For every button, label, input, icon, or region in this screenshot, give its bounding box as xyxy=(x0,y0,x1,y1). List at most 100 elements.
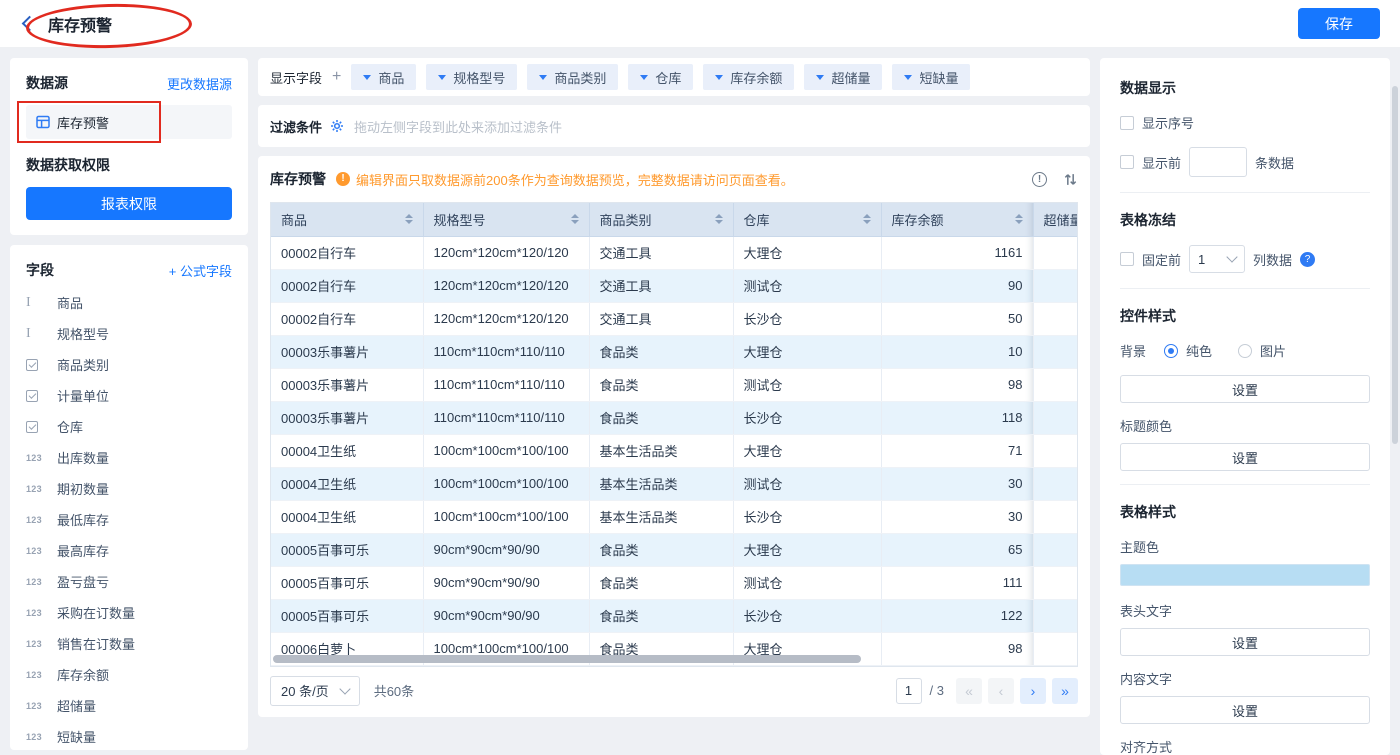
display-field-chip[interactable]: 仓库 xyxy=(628,64,693,90)
sort-icon[interactable] xyxy=(571,214,579,224)
display-field-chip[interactable]: 商品 xyxy=(351,64,416,90)
vertical-scrollbar[interactable] xyxy=(1392,86,1398,444)
field-item[interactable]: 出库数量 xyxy=(26,442,232,473)
last-page-button[interactable]: » xyxy=(1052,678,1078,704)
cell-balance: 118 xyxy=(881,401,1033,434)
page-size-select[interactable]: 20 条/页 xyxy=(270,676,360,706)
sort-icon[interactable] xyxy=(1015,214,1023,224)
display-field-chip[interactable]: 超储量 xyxy=(804,64,882,90)
table-row[interactable]: 00003乐事薯片 110cm*110cm*110/110 食品类 长沙仓 11… xyxy=(271,401,1078,434)
field-item[interactable]: 规格型号 xyxy=(26,318,232,349)
field-item[interactable]: 仓库 xyxy=(26,411,232,442)
table-row[interactable]: 00002自行车 120cm*120cm*120/120 交通工具 测试仓 90 xyxy=(271,269,1078,302)
bg-image-radio[interactable] xyxy=(1238,344,1252,358)
title-color-set-button[interactable]: 设置 xyxy=(1120,443,1370,471)
info-icon[interactable]: ! xyxy=(1032,172,1047,187)
display-field-chip[interactable]: 库存余额 xyxy=(703,64,794,90)
save-button[interactable]: 保存 xyxy=(1298,8,1380,39)
column-header[interactable]: 商品 xyxy=(271,203,423,236)
cell-warehouse: 测试仓 xyxy=(733,368,881,401)
field-label: 规格型号 xyxy=(57,324,109,343)
gear-icon[interactable] xyxy=(330,119,344,133)
bg-solid-radio[interactable] xyxy=(1164,344,1178,358)
cell-spec: 100cm*100cm*100/100 xyxy=(423,434,589,467)
table-row[interactable]: 00004卫生纸 100cm*100cm*100/100 基本生活品类 大理仓 … xyxy=(271,434,1078,467)
cell-overstock xyxy=(1033,434,1078,467)
field-item[interactable]: 最高库存 xyxy=(26,535,232,566)
cell-product: 00004卫生纸 xyxy=(271,500,423,533)
theme-color-swatch[interactable] xyxy=(1120,564,1370,586)
field-item[interactable]: 库存余额 xyxy=(26,659,232,690)
column-header[interactable]: 商品类别 xyxy=(589,203,733,236)
back-button[interactable] xyxy=(20,15,38,33)
table-row[interactable]: 00005百事可乐 90cm*90cm*90/90 食品类 大理仓 65 xyxy=(271,533,1078,566)
sort-icon[interactable] xyxy=(715,214,723,224)
display-field-chip[interactable]: 短缺量 xyxy=(892,64,970,90)
field-item[interactable]: 商品类别 xyxy=(26,349,232,380)
cell-spec: 100cm*100cm*100/100 xyxy=(423,500,589,533)
theme-color-label: 主题色 xyxy=(1120,537,1370,556)
show-first-checkbox[interactable] xyxy=(1120,155,1134,169)
field-item[interactable]: 采购在订数量 xyxy=(26,597,232,628)
show-index-checkbox[interactable] xyxy=(1120,116,1134,130)
add-display-field-button[interactable]: + xyxy=(332,68,341,86)
display-field-chip[interactable]: 规格型号 xyxy=(426,64,517,90)
datasource-item[interactable]: 库存预警 xyxy=(26,105,232,139)
cell-product: 00005百事可乐 xyxy=(271,599,423,632)
table-style-title: 表格样式 xyxy=(1120,502,1370,522)
first-page-button[interactable]: « xyxy=(956,678,982,704)
freeze-count-value: 1 xyxy=(1198,252,1205,267)
table-row[interactable]: 00004卫生纸 100cm*100cm*100/100 基本生活品类 测试仓 … xyxy=(271,467,1078,500)
show-first-count-input[interactable] xyxy=(1189,147,1247,177)
cell-spec: 90cm*90cm*90/90 xyxy=(423,533,589,566)
cell-category: 交通工具 xyxy=(589,236,733,269)
column-header-label: 仓库 xyxy=(744,210,770,229)
column-header[interactable]: 库存余额 xyxy=(881,203,1033,236)
current-page-input[interactable]: 1 xyxy=(896,678,922,704)
change-datasource-link[interactable]: 更改数据源 xyxy=(167,74,232,93)
table-row[interactable]: 00005百事可乐 90cm*90cm*90/90 食品类 测试仓 111 xyxy=(271,566,1078,599)
field-item[interactable]: 销售在订数量 xyxy=(26,628,232,659)
next-page-button[interactable]: › xyxy=(1020,678,1046,704)
report-permission-button[interactable]: 报表权限 xyxy=(26,187,232,220)
table-row[interactable]: 00002自行车 120cm*120cm*120/120 交通工具 大理仓 11… xyxy=(271,236,1078,269)
chevron-down-icon xyxy=(438,75,446,80)
table-row[interactable]: 00003乐事薯片 110cm*110cm*110/110 食品类 测试仓 98 xyxy=(271,368,1078,401)
show-first-label: 显示前 xyxy=(1142,153,1181,172)
header-text-set-button[interactable]: 设置 xyxy=(1120,628,1370,656)
help-icon[interactable]: ? xyxy=(1300,252,1315,267)
filter-dropzone-placeholder[interactable]: 拖动左侧字段到此处来添加过滤条件 xyxy=(354,117,562,136)
field-item[interactable]: 最低库存 xyxy=(26,504,232,535)
field-label: 销售在订数量 xyxy=(57,634,135,653)
column-header[interactable]: 仓库 xyxy=(733,203,881,236)
field-item[interactable]: 超储量 xyxy=(26,690,232,721)
table-row[interactable]: 00003乐事薯片 110cm*110cm*110/110 食品类 大理仓 10 xyxy=(271,335,1078,368)
field-item[interactable]: 盈亏盘亏 xyxy=(26,566,232,597)
field-type-icon xyxy=(26,670,48,680)
show-first-row: 显示前 条数据 xyxy=(1120,147,1370,177)
table-row[interactable]: 00004卫生纸 100cm*100cm*100/100 基本生活品类 长沙仓 … xyxy=(271,500,1078,533)
background-set-button[interactable]: 设置 xyxy=(1120,375,1370,403)
table-row[interactable]: 00002自行车 120cm*120cm*120/120 交通工具 长沙仓 50 xyxy=(271,302,1078,335)
display-field-chip[interactable]: 商品类别 xyxy=(527,64,618,90)
field-item[interactable]: 商品 xyxy=(26,287,232,318)
field-item[interactable]: 期初数量 xyxy=(26,473,232,504)
freeze-count-select[interactable]: 1 xyxy=(1189,245,1245,273)
table-row[interactable]: 00005百事可乐 90cm*90cm*90/90 食品类 长沙仓 122 xyxy=(271,599,1078,632)
sort-icon[interactable] xyxy=(405,214,413,224)
add-formula-field-link[interactable]: + 公式字段 xyxy=(169,261,232,280)
sort-order-icon[interactable] xyxy=(1063,172,1078,187)
sort-icon[interactable] xyxy=(863,214,871,224)
column-header[interactable]: 超储量 xyxy=(1033,203,1078,236)
field-label: 最低库存 xyxy=(57,510,109,529)
field-item[interactable]: 短缺量 xyxy=(26,721,232,750)
horizontal-scrollbar[interactable] xyxy=(273,655,861,663)
cell-product: 00005百事可乐 xyxy=(271,566,423,599)
freeze-checkbox[interactable] xyxy=(1120,252,1134,266)
cell-warehouse: 长沙仓 xyxy=(733,500,881,533)
field-type-icon xyxy=(26,546,48,556)
column-header[interactable]: 规格型号 xyxy=(423,203,589,236)
content-text-set-button[interactable]: 设置 xyxy=(1120,696,1370,724)
field-item[interactable]: 计量单位 xyxy=(26,380,232,411)
prev-page-button[interactable]: ‹ xyxy=(988,678,1014,704)
